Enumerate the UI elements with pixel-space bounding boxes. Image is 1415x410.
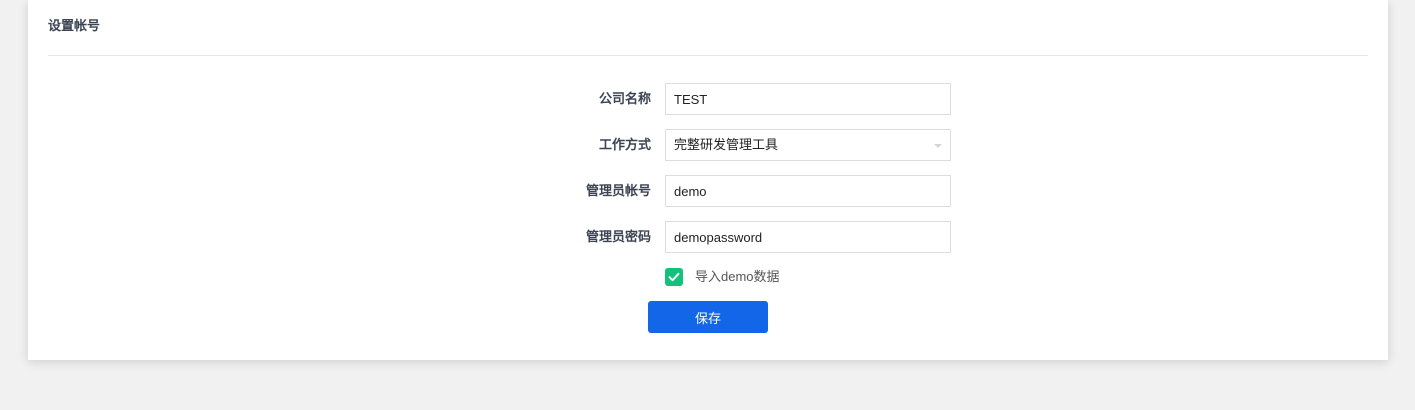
- account-label: 管理员帐号: [585, 183, 651, 198]
- account-row: 管理员帐号: [28, 175, 1388, 207]
- account-input[interactable]: [665, 175, 951, 207]
- password-input[interactable]: [665, 221, 951, 253]
- chevron-down-icon: [934, 144, 942, 148]
- check-icon: [668, 272, 680, 282]
- mode-label: 工作方式: [598, 137, 651, 152]
- mode-select[interactable]: 完整研发管理工具: [665, 129, 951, 161]
- password-label: 管理员密码: [585, 229, 651, 244]
- import-demo-label: 导入demo数据: [695, 269, 780, 284]
- company-label: 公司名称: [598, 91, 651, 106]
- import-demo-checkbox[interactable]: [665, 268, 683, 286]
- password-row: 管理员密码: [28, 221, 1388, 253]
- setup-account-panel: 设置帐号 公司名称 工作方式 完整研发管理工具 管理员帐号 管理员密码 导入de…: [28, 0, 1388, 360]
- save-button[interactable]: 保存: [648, 301, 768, 333]
- company-input[interactable]: [665, 83, 951, 115]
- title-divider: [48, 55, 1368, 56]
- mode-row: 工作方式 完整研发管理工具: [28, 129, 1388, 161]
- mode-select-value: 完整研发管理工具: [674, 137, 779, 152]
- company-row: 公司名称: [28, 83, 1388, 115]
- panel-title: 设置帐号: [48, 18, 101, 33]
